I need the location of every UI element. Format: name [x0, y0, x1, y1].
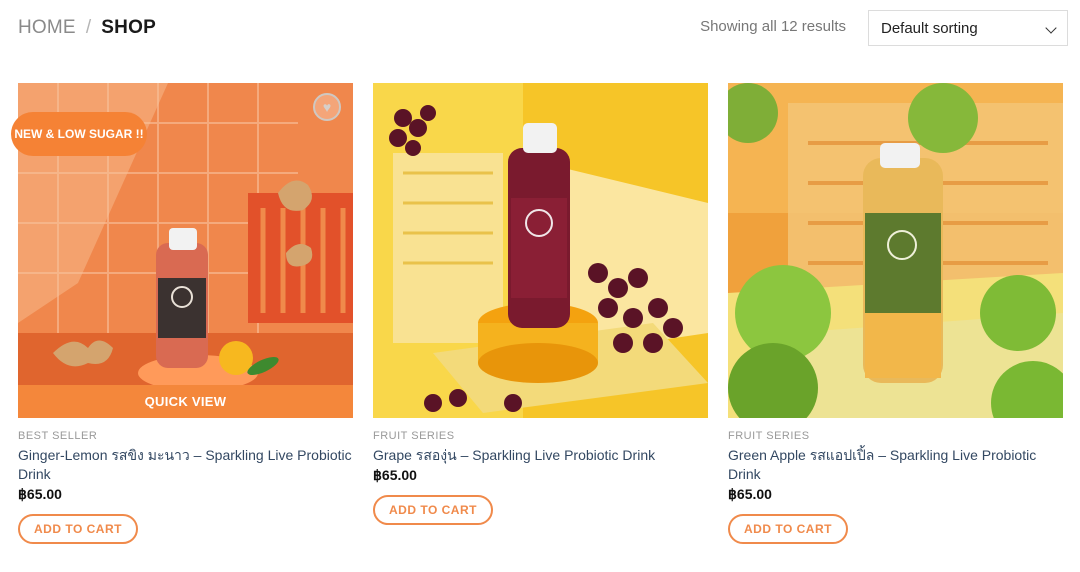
product-title-link[interactable]: Green Apple รสแอปเปิ้ล – Sparkling Live …	[728, 446, 1063, 484]
breadcrumb-home-link[interactable]: HOME	[18, 17, 76, 38]
sorting-selected-value: Default sorting	[881, 20, 978, 37]
result-count: Showing all 12 results	[700, 18, 846, 35]
add-to-cart-button[interactable]: ADD TO CART	[373, 495, 493, 525]
sale-badge: NEW & LOW SUGAR !!	[11, 112, 147, 156]
product-card: FRUIT SERIES Green Apple รสแอปเปิ้ล – Sp…	[728, 83, 1063, 544]
product-card: FRUIT SERIES Grape รสองุ่น – Sparkling L…	[373, 83, 708, 525]
product-card: ♥ QUICK VIEW NEW & LOW SUGAR !! BEST SEL…	[11, 83, 353, 544]
product-category: BEST SELLER	[18, 430, 98, 442]
wishlist-heart-icon[interactable]: ♥	[313, 93, 341, 121]
sorting-select[interactable]: Default sorting	[868, 10, 1068, 46]
product-title-link[interactable]: Ginger-Lemon รสขิง มะนาว – Sparkling Liv…	[18, 446, 353, 484]
product-title-link[interactable]: Grape รสองุ่น – Sparkling Live Probiotic…	[373, 446, 708, 465]
add-to-cart-button[interactable]: ADD TO CART	[728, 514, 848, 544]
quick-view-button[interactable]: QUICK VIEW	[18, 385, 353, 418]
product-category: FRUIT SERIES	[728, 430, 810, 442]
product-price: ฿65.00	[373, 467, 417, 483]
product-category: FRUIT SERIES	[373, 430, 455, 442]
product-price: ฿65.00	[18, 486, 62, 502]
breadcrumb: HOME / SHOP	[18, 17, 156, 39]
product-price: ฿65.00	[728, 486, 772, 502]
breadcrumb-current: SHOP	[101, 17, 156, 38]
product-image[interactable]	[373, 83, 708, 418]
breadcrumb-separator: /	[85, 17, 92, 38]
add-to-cart-button[interactable]: ADD TO CART	[18, 514, 138, 544]
product-image[interactable]	[728, 83, 1063, 418]
chevron-down-icon	[1045, 22, 1057, 34]
shop-header: HOME / SHOP Showing all 12 results Default…	[18, 10, 1068, 48]
